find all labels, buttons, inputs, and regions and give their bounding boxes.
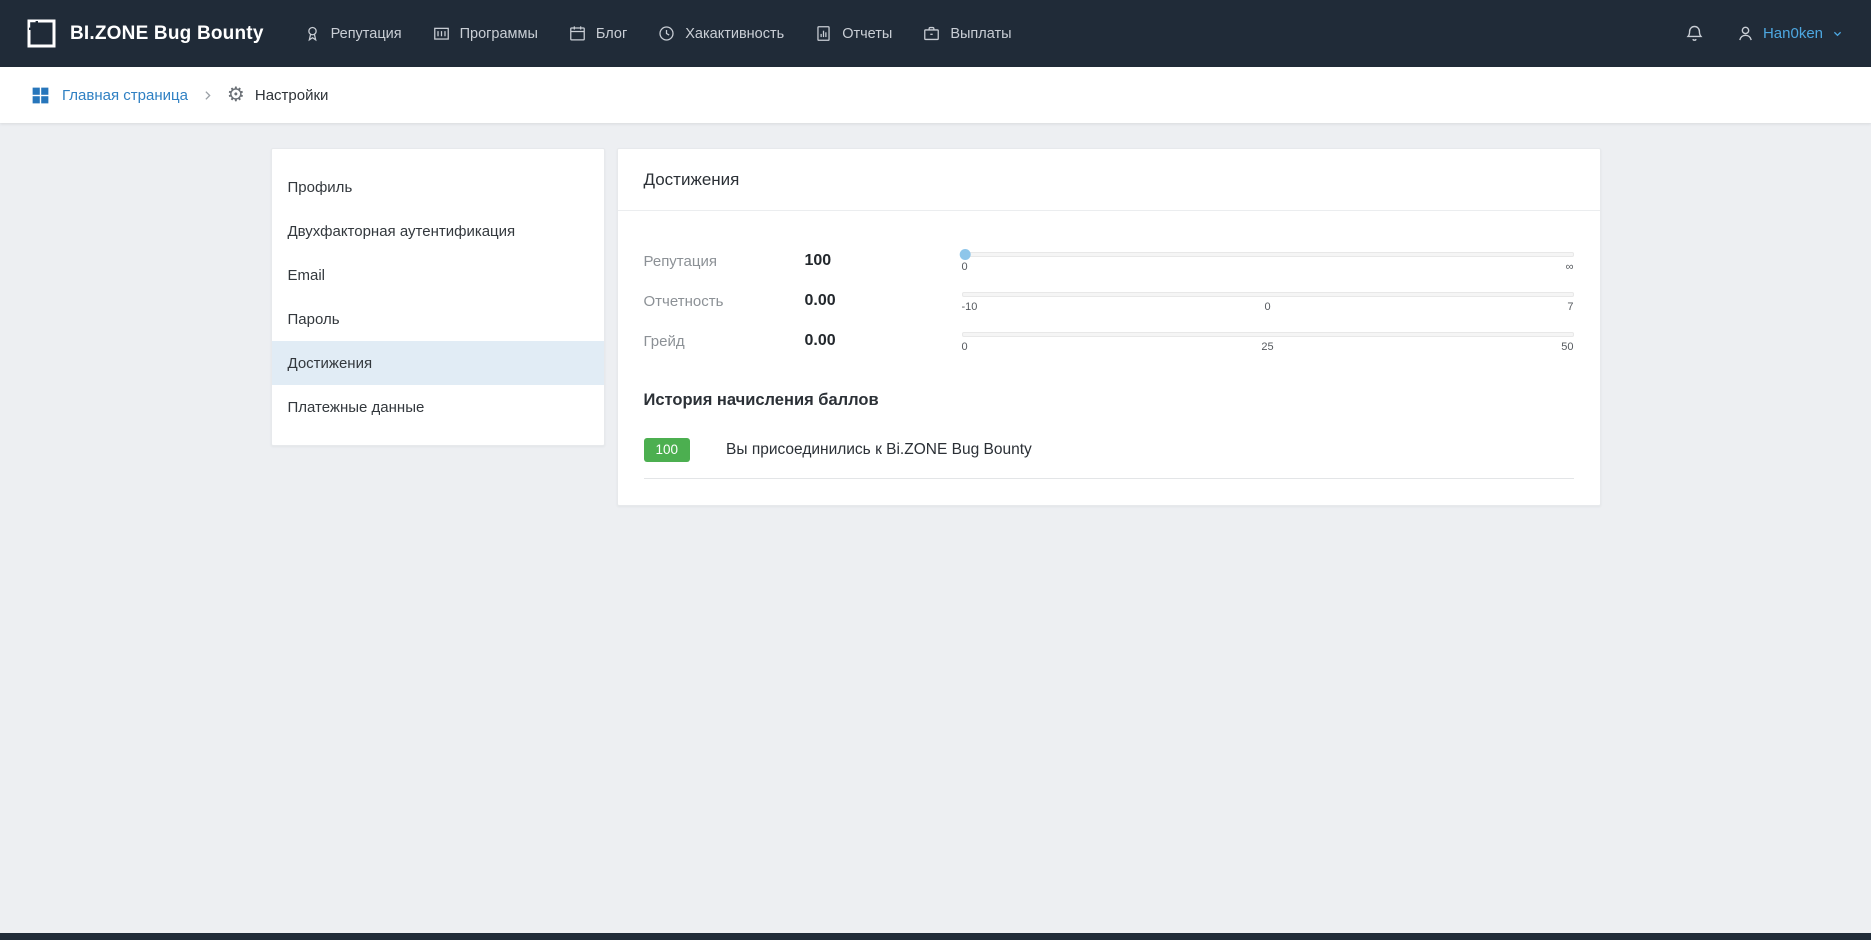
- history-entry-text: Вы присоединились к Bi.ZONE Bug Bounty: [726, 441, 1032, 459]
- main-nav: Репутация Программы Блог: [288, 0, 1027, 67]
- scale-mid: 0: [1264, 301, 1270, 313]
- metric-value: 100: [805, 252, 962, 270]
- user-icon: [1735, 23, 1756, 44]
- nav-item-reports[interactable]: Отчеты: [799, 0, 907, 67]
- scale-max: 50: [1561, 341, 1573, 353]
- breadcrumb-current: ⚙ Настройки: [227, 85, 329, 105]
- sidebar-item-label: Пароль: [288, 311, 340, 328]
- nav-item-label: Выплаты: [950, 26, 1011, 42]
- top-navbar: BI.ZONE Bug Bounty Репутация Программы: [0, 0, 1871, 67]
- sidebar-item-password[interactable]: Пароль: [272, 297, 604, 341]
- slider-scale: -10 0 7: [962, 301, 1574, 313]
- sidebar-item-email[interactable]: Email: [272, 253, 604, 297]
- metric-label: Репутация: [644, 253, 805, 270]
- nav-item-programs[interactable]: Программы: [417, 0, 553, 67]
- breadcrumb-home-label: Главная страница: [62, 87, 188, 104]
- settings-content: Профиль Двухфакторная аутентификация Ema…: [271, 148, 1601, 506]
- sidebar-item-label: Email: [288, 267, 326, 284]
- sidebar-item-label: Достижения: [288, 355, 373, 372]
- navbar-right: Han0ken: [1684, 23, 1845, 44]
- sidebar-item-label: Профиль: [288, 179, 353, 196]
- metric-label: Отчетность: [644, 293, 805, 310]
- bizone-logo-icon: [26, 18, 57, 49]
- achievements-panel: Достижения Репутация 100 0 ∞ Отчетн: [617, 148, 1601, 506]
- dashboard-grid-icon: [30, 85, 51, 106]
- brand-logo[interactable]: BI.ZONE Bug Bounty: [26, 18, 264, 49]
- metric-value: 0.00: [805, 332, 962, 350]
- metric-row-reporting: Отчетность 0.00 -10 0 7: [644, 281, 1574, 321]
- breadcrumb-home-link[interactable]: Главная страница: [30, 85, 188, 106]
- panel-title: Достижения: [618, 149, 1600, 211]
- scale-min: 0: [962, 261, 968, 273]
- grade-slider: 0 25 50: [962, 330, 1574, 353]
- slider-scale: 0 ∞: [962, 261, 1574, 273]
- sidebar-item-label: Платежные данные: [288, 399, 425, 416]
- slider-dot: [960, 249, 971, 260]
- scale-max: 7: [1567, 301, 1573, 313]
- bell-icon: [1684, 23, 1705, 44]
- nav-item-label: Репутация: [331, 26, 402, 42]
- building-icon: [432, 24, 451, 43]
- nav-item-hacktivity[interactable]: Хакактивность: [642, 0, 799, 67]
- slider-scale: 0 25 50: [962, 341, 1574, 353]
- points-badge: 100: [644, 438, 691, 462]
- scale-max: ∞: [1566, 261, 1574, 273]
- scale-mid: 25: [1261, 341, 1273, 353]
- metric-label: Грейд: [644, 333, 805, 350]
- sidebar-item-profile[interactable]: Профиль: [272, 165, 604, 209]
- breadcrumb-current-label: Настройки: [255, 87, 329, 104]
- clock-icon: [657, 24, 676, 43]
- reputation-slider: 0 ∞: [962, 250, 1574, 273]
- sidebar-item-label: Двухфакторная аутентификация: [288, 223, 516, 240]
- nav-item-label: Отчеты: [842, 26, 892, 42]
- nav-item-label: Программы: [460, 26, 538, 42]
- metric-row-reputation: Репутация 100 0 ∞: [644, 241, 1574, 281]
- history-title: История начисления баллов: [644, 391, 1574, 410]
- user-menu[interactable]: Han0ken: [1735, 23, 1845, 44]
- reporting-slider: -10 0 7: [962, 290, 1574, 313]
- points-history: История начисления баллов 100 Вы присоед…: [618, 391, 1600, 505]
- sidebar-item-2fa[interactable]: Двухфакторная аутентификация: [272, 209, 604, 253]
- chevron-right-icon: [201, 89, 214, 102]
- briefcase-icon: [922, 24, 941, 43]
- breadcrumb: Главная страница ⚙ Настройки: [0, 67, 1871, 123]
- nav-item-reputation[interactable]: Репутация: [288, 0, 417, 67]
- nav-item-label: Хакактивность: [685, 26, 784, 42]
- report-icon: [814, 24, 833, 43]
- nav-item-label: Блог: [596, 26, 627, 42]
- sidebar-item-payment-details[interactable]: Платежные данные: [272, 385, 604, 429]
- chevron-down-icon: [1830, 26, 1845, 41]
- scale-min: 0: [962, 341, 968, 353]
- calendar-icon: [568, 24, 587, 43]
- nav-item-payouts[interactable]: Выплаты: [907, 0, 1026, 67]
- nav-item-blog[interactable]: Блог: [553, 0, 642, 67]
- gear-icon: ⚙: [227, 85, 245, 105]
- notifications-button[interactable]: [1684, 23, 1705, 44]
- sidebar-item-achievements[interactable]: Достижения: [272, 341, 604, 385]
- settings-sidebar: Профиль Двухфакторная аутентификация Ema…: [271, 148, 605, 446]
- slider-track: [962, 332, 1574, 337]
- scale-min: -10: [962, 301, 978, 313]
- slider-track: [962, 252, 1574, 257]
- footer-strip: [0, 933, 1871, 940]
- username: Han0ken: [1763, 25, 1823, 42]
- metric-row-grade: Грейд 0.00 0 25 50: [644, 321, 1574, 361]
- slider-track: [962, 292, 1574, 297]
- metric-value: 0.00: [805, 292, 962, 310]
- brand-title: BI.ZONE Bug Bounty: [70, 23, 264, 45]
- history-entry: 100 Вы присоединились к Bi.ZONE Bug Boun…: [644, 438, 1574, 479]
- medal-icon: [303, 24, 322, 43]
- metrics-list: Репутация 100 0 ∞ Отчетность 0.00: [618, 211, 1600, 365]
